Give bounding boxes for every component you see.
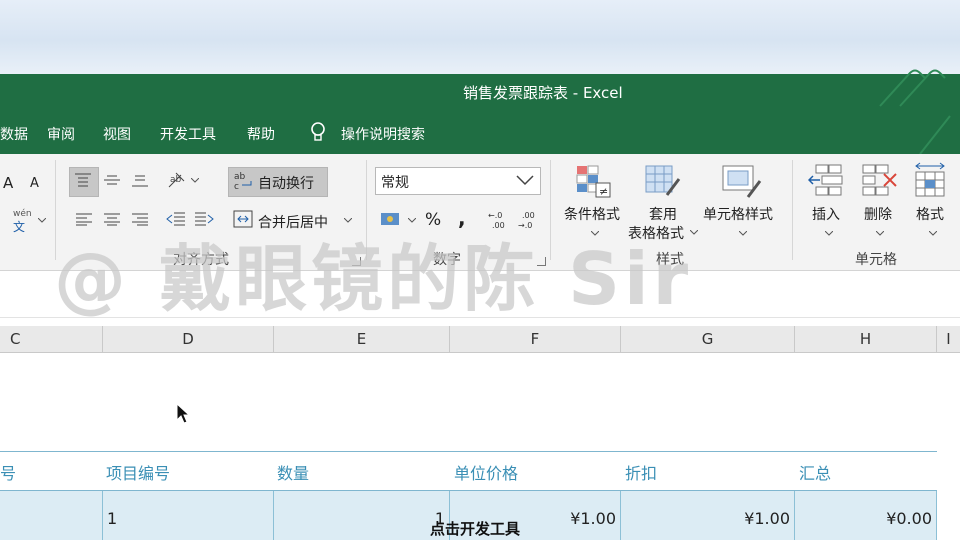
ribbon-tab-bar: 数据 审阅 视图 开发工具 帮助 操作说明搜索 — [0, 108, 960, 154]
delete-cells-icon[interactable] — [862, 164, 900, 198]
wrap-text-icon: abc — [234, 172, 252, 192]
total-value: ¥0.00 — [886, 509, 932, 528]
table-cell[interactable]: ¥0.00 — [795, 491, 937, 540]
number-format-value: 常规 — [381, 175, 409, 191]
header-cell[interactable]: 号 — [0, 460, 16, 484]
paperclip-icon — [879, 69, 946, 107]
table-cell[interactable] — [0, 491, 103, 540]
column-header-i[interactable]: I — [937, 326, 960, 352]
lightbulb-icon — [311, 122, 325, 141]
cells-group-label: 单元格 — [855, 252, 897, 268]
insert-label[interactable]: 插入 — [812, 204, 840, 224]
chevron-down-icon — [876, 231, 884, 236]
chevron-down-icon — [191, 178, 199, 183]
desktop-background — [0, 0, 960, 74]
mouse-cursor-icon — [176, 403, 191, 424]
window-title: 销售发票跟踪表 - Excel — [463, 84, 623, 102]
header-cell[interactable]: 单位价格 — [454, 460, 518, 484]
column-headers: C D E F G H I — [0, 326, 960, 353]
svg-text:≠: ≠ — [599, 185, 608, 198]
discount-value: ¥1.00 — [744, 509, 790, 528]
insert-cells-icon[interactable] — [808, 164, 846, 198]
column-header-g[interactable]: G — [621, 326, 795, 352]
ribbon-separator — [792, 160, 793, 260]
title-bar: 销售发票跟踪表 - Excel — [0, 69, 960, 108]
delete-label[interactable]: 删除 — [864, 204, 892, 224]
paperclip-icon — [919, 115, 951, 154]
number-format-select[interactable]: 常规 — [375, 167, 541, 195]
header-cell[interactable]: 项目编号 — [106, 460, 170, 484]
svg-text:.00: .00 — [522, 211, 535, 220]
chevron-down-icon — [929, 231, 937, 236]
tab-review[interactable]: 审阅 — [47, 124, 75, 144]
wrap-text-label: 自动换行 — [258, 176, 314, 192]
column-header-c[interactable]: C — [0, 326, 103, 352]
header-cell[interactable]: 数量 — [277, 460, 309, 484]
table-cell[interactable]: ¥1.00 — [621, 491, 795, 540]
format-label[interactable]: 格式 — [916, 204, 944, 224]
chevron-down-icon — [38, 218, 46, 223]
column-header-f[interactable]: F — [450, 326, 621, 352]
svg-text:ab: ab — [170, 175, 182, 185]
tell-me-search[interactable]: 操作说明搜索 — [341, 124, 425, 144]
cell-styles-label[interactable]: 单元格样式 — [703, 204, 773, 224]
chevron-down-icon — [516, 175, 534, 186]
header-cell[interactable]: 汇总 — [799, 460, 831, 484]
orientation-icon[interactable]: ab — [166, 169, 188, 191]
font-shrink-button[interactable]: A — [30, 176, 39, 191]
chevron-down-icon — [739, 231, 747, 236]
conditional-formatting-icon[interactable]: ≠ — [576, 165, 612, 199]
align-top-icon — [75, 173, 91, 187]
tab-data[interactable]: 数据 — [0, 124, 28, 144]
column-header-e[interactable]: E — [274, 326, 450, 352]
column-header-d[interactable]: D — [103, 326, 274, 352]
format-as-table-icon[interactable] — [645, 165, 681, 199]
header-cell[interactable]: 折扣 — [625, 460, 657, 484]
video-subtitle: 点击开发工具 — [430, 520, 521, 538]
unit-price-value: ¥1.00 — [570, 509, 616, 528]
tab-developer[interactable]: 开发工具 — [160, 124, 216, 144]
svg-text:ab: ab — [234, 172, 246, 182]
phonetic-guide-button[interactable]: 文 — [13, 218, 25, 235]
align-bottom-icon[interactable] — [131, 172, 149, 188]
chevron-down-icon — [825, 231, 833, 236]
watermark-text: @ 戴眼镜的陈 Sir — [54, 237, 693, 321]
column-header-h[interactable]: H — [795, 326, 937, 352]
tab-view[interactable]: 视图 — [103, 124, 131, 144]
tab-help[interactable]: 帮助 — [247, 124, 275, 144]
svg-text:c: c — [234, 182, 239, 192]
item-number-value: 1 — [107, 509, 118, 528]
svg-text:←.0: ←.0 — [488, 211, 502, 220]
font-grow-button[interactable]: A — [3, 174, 13, 192]
align-middle-icon[interactable] — [103, 172, 121, 188]
table-cell[interactable]: 1 — [274, 491, 450, 540]
cell-styles-icon[interactable] — [722, 165, 762, 199]
table-header-row: 号 项目编号 数量 单位价格 折扣 汇总 — [0, 451, 937, 491]
format-cells-icon[interactable] — [913, 162, 949, 198]
table-cell[interactable]: 1 — [103, 491, 274, 540]
